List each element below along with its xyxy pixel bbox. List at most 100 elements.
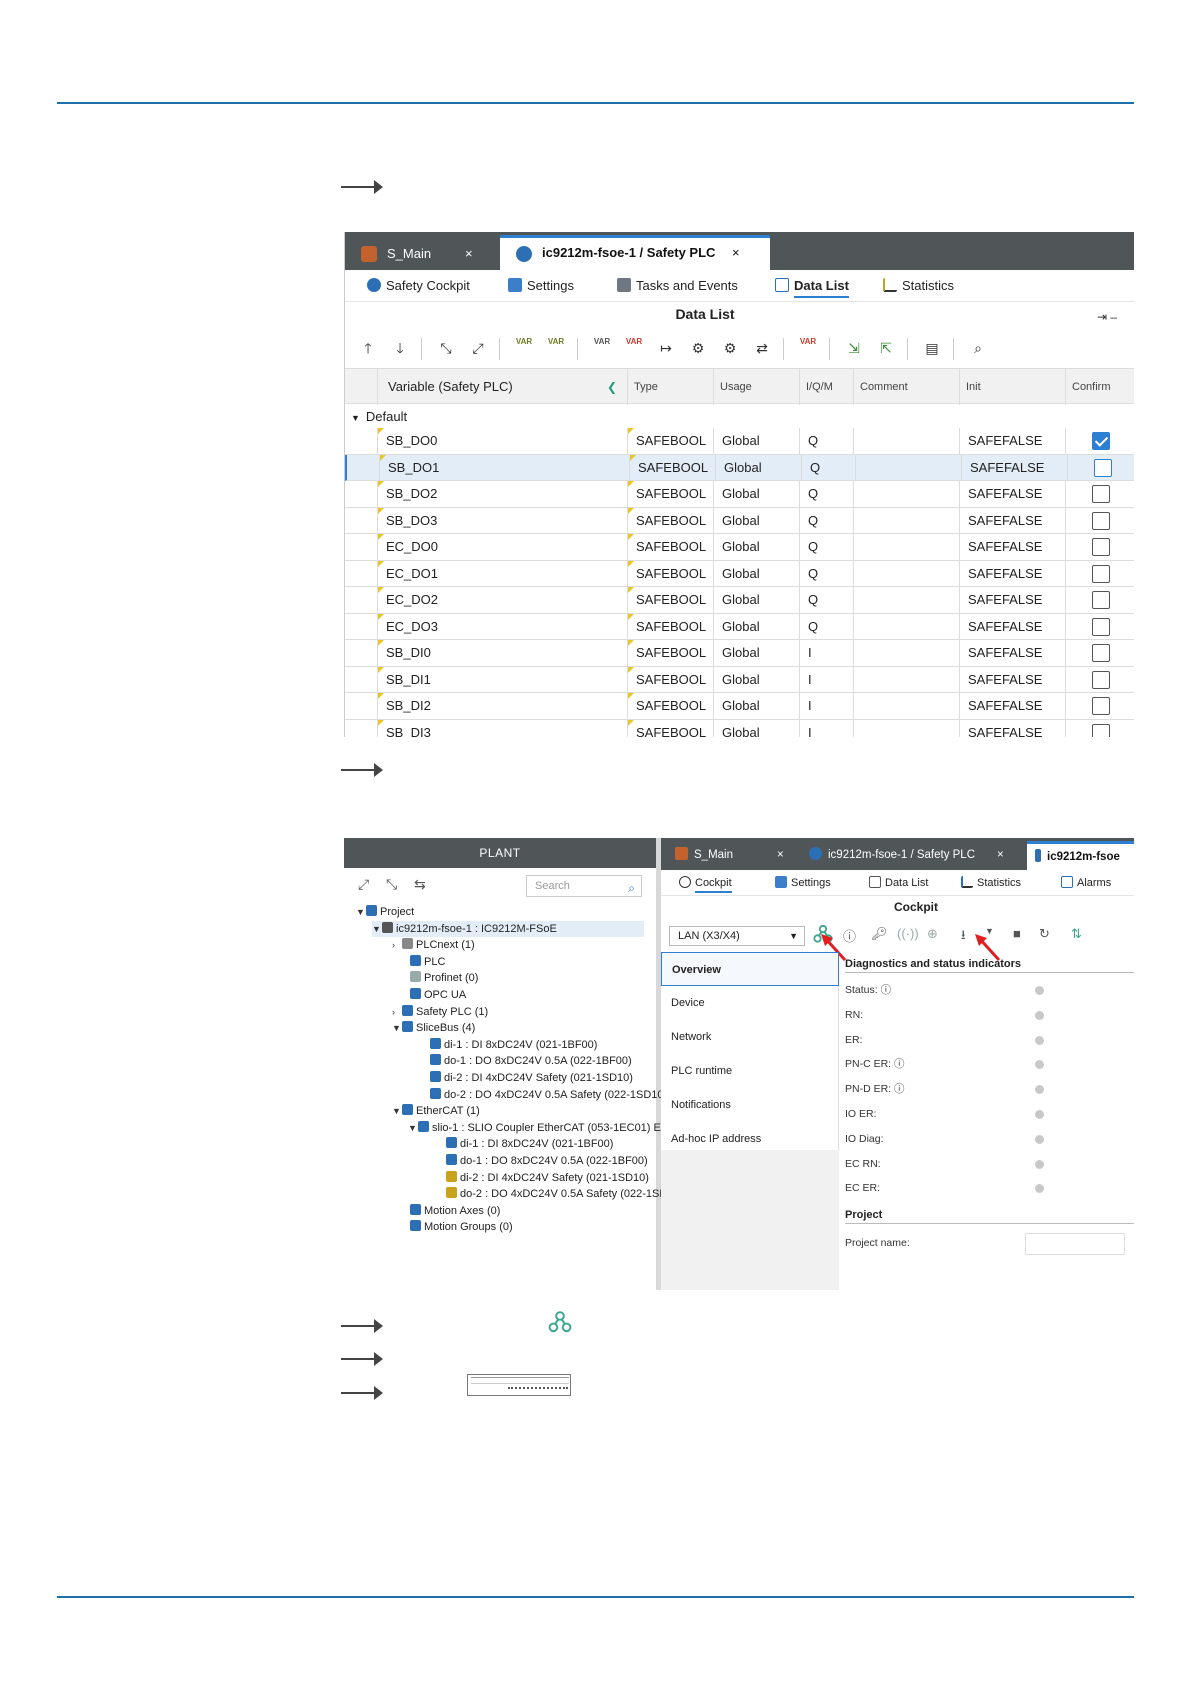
table-row[interactable]: SB_DI2 SAFEBOOL Global I SAFEFALSE — [345, 693, 1134, 720]
cell-iqm[interactable]: Q — [799, 507, 853, 534]
cell-init[interactable]: SAFEFALSE — [959, 640, 1065, 666]
tab-device[interactable]: ic9212m-fsoe — [1027, 841, 1134, 870]
cell-name[interactable]: SB_DO3 — [377, 507, 627, 534]
cell-usage[interactable]: Global — [713, 666, 799, 693]
column-header-variable[interactable]: Variable (Safety PLC) — [377, 369, 627, 405]
cell-iqm[interactable]: I — [799, 693, 853, 719]
confirm-checkbox[interactable] — [1092, 670, 1110, 689]
tab-safety-plc[interactable]: ic9212m-fsoe-1 / Safety PLC × — [809, 841, 1009, 870]
tab-safety-cockpit[interactable]: Safety Cockpit — [367, 270, 470, 302]
cell-usage[interactable]: Global — [715, 454, 801, 481]
cell-iqm[interactable]: Q — [799, 560, 853, 587]
table-row[interactable]: SB_DO0 SAFEBOOL Global Q SAFEFALSE — [345, 428, 1134, 455]
tree-node[interactable]: di-2 : DI 4xDC24V Safety (021-1SD10) — [420, 1070, 633, 1086]
expand-all-icon[interactable]: ⤢ — [358, 876, 369, 893]
cell-comment[interactable] — [853, 560, 959, 587]
cell-usage[interactable]: Global — [713, 481, 799, 507]
tree-node[interactable]: di-1 : DI 8xDC24V (021-1BF00) — [436, 1136, 613, 1152]
tab-statistics[interactable]: Statistics — [961, 870, 1021, 896]
tree-node[interactable]: do-1 : DO 8xDC24V 0.5A (022-1BF00) — [436, 1153, 648, 1169]
cell-usage[interactable]: Global — [713, 428, 799, 454]
gear-table-icon[interactable]: ⚙ — [719, 337, 741, 359]
tree-node[interactable]: ▼ slio-1 : SLIO Coupler EtherCAT (053-1EC… — [408, 1120, 665, 1136]
table-row[interactable]: EC_DO2 SAFEBOOL Global Q SAFEFALSE — [345, 587, 1134, 614]
column-header-init[interactable]: Init — [959, 369, 1065, 405]
tree-node[interactable]: Motion Groups (0) — [400, 1219, 513, 1235]
cell-type[interactable]: SAFEBOOL — [627, 666, 713, 693]
add-variable-group-icon[interactable]: VAR — [545, 337, 567, 359]
cell-iqm[interactable]: I — [799, 640, 853, 666]
collapse-all-icon[interactable]: ⤡ — [386, 876, 397, 893]
tab-s-main[interactable]: S_Main × — [675, 841, 795, 870]
tab-tasks-and-events[interactable]: Tasks and Events — [617, 270, 738, 302]
table-row[interactable]: SB_DI1 SAFEBOOL Global I SAFEFALSE — [345, 666, 1134, 693]
stop-icon[interactable]: ■ — [1013, 926, 1021, 941]
cell-iqm[interactable]: Q — [799, 481, 853, 507]
tree-node[interactable]: do-2 : DO 4xDC24V 0.5A Safety (022-1SD — [436, 1186, 667, 1202]
cell-comment[interactable] — [855, 454, 961, 481]
cell-init[interactable]: SAFEFALSE — [959, 534, 1065, 560]
cell-type[interactable]: SAFEBOOL — [627, 719, 713, 737]
cell-type[interactable]: SAFEBOOL — [627, 534, 713, 560]
cell-iqm[interactable]: I — [799, 666, 853, 693]
tree-node[interactable]: ▼ EtherCAT (1) — [392, 1103, 480, 1119]
cell-comment[interactable] — [853, 587, 959, 613]
table-row[interactable]: EC_DO1 SAFEBOOL Global Q SAFEFALSE — [345, 560, 1134, 587]
cell-comment[interactable] — [853, 507, 959, 534]
nav-overview[interactable]: Overview — [661, 952, 839, 986]
globe-icon[interactable]: ⊕ — [927, 926, 938, 942]
cell-init[interactable]: SAFEFALSE — [959, 666, 1065, 693]
cell-iqm[interactable]: I — [799, 719, 853, 737]
cell-type[interactable]: SAFEBOOL — [627, 613, 713, 640]
cell-comment[interactable] — [853, 534, 959, 560]
cell-iqm[interactable]: Q — [799, 587, 853, 613]
collapse-column-icon[interactable]: ❮ — [607, 380, 617, 394]
cell-name[interactable]: SB_DI1 — [377, 666, 627, 693]
tree-node[interactable]: PLC — [400, 954, 445, 970]
tree-node[interactable]: OPC UA — [400, 987, 466, 1003]
column-header-usage[interactable]: Usage — [713, 369, 799, 405]
cell-type[interactable]: SAFEBOOL — [629, 454, 715, 481]
group-row[interactable]: ▼ Default — [345, 406, 1134, 428]
tree-node[interactable]: Profinet (0) — [400, 970, 478, 986]
column-header-comment[interactable]: Comment — [853, 369, 959, 405]
column-header-iqm[interactable]: I/Q/M — [799, 369, 853, 405]
search-icon[interactable]: ⌕ — [967, 337, 989, 359]
plant-search-input[interactable]: Search ⌕ — [526, 875, 642, 897]
confirm-checkbox[interactable] — [1092, 564, 1110, 583]
nav-network[interactable]: Network — [661, 1020, 839, 1054]
key-icon[interactable]: 🔑︎ — [871, 926, 888, 942]
confirm-checkbox[interactable] — [1092, 723, 1110, 737]
cell-name[interactable]: SB_DO0 — [377, 428, 627, 454]
cell-comment[interactable] — [853, 481, 959, 507]
expand-caret-icon[interactable]: ▼ — [372, 921, 382, 937]
cell-type[interactable]: SAFEBOOL — [627, 481, 713, 507]
tab-s-main[interactable]: S_Main × — [345, 238, 500, 270]
tab-cockpit[interactable]: Cockpit — [679, 870, 732, 896]
confirm-checkbox[interactable] — [1092, 485, 1110, 503]
reset-icon[interactable]: ↻ — [1039, 926, 1050, 942]
cell-usage[interactable]: Global — [713, 640, 799, 666]
table-row[interactable]: EC_DO3 SAFEBOOL Global Q SAFEFALSE — [345, 613, 1134, 640]
edit-variable-icon[interactable]: VAR — [591, 337, 613, 359]
tab-safety-plc[interactable]: ic9212m-fsoe-1 / Safety PLC × — [500, 235, 770, 270]
expand-caret-icon[interactable]: ▼ — [392, 1103, 402, 1119]
tree-node[interactable]: do-1 : DO 8xDC24V 0.5A (022-1BF00) — [420, 1053, 632, 1069]
cell-type[interactable]: SAFEBOOL — [627, 587, 713, 613]
confirm-checkbox[interactable] — [1092, 697, 1110, 715]
tab-alarms[interactable]: Alarms — [1061, 870, 1111, 896]
download-icon[interactable]: ⭳ — [961, 926, 966, 948]
confirm-checkbox[interactable] — [1092, 617, 1110, 636]
table-row[interactable]: SB_DO2 SAFEBOOL Global Q SAFEFALSE — [345, 481, 1134, 508]
cell-iqm[interactable]: Q — [799, 613, 853, 640]
tab-settings[interactable]: Settings — [508, 270, 574, 302]
tree-node[interactable]: ▼ SliceBus (4) — [392, 1020, 475, 1036]
confirm-checkbox[interactable] — [1092, 538, 1110, 556]
cell-usage[interactable]: Global — [713, 693, 799, 719]
close-icon[interactable]: × — [732, 238, 740, 267]
cell-init[interactable]: SAFEFALSE — [959, 613, 1065, 640]
import-icon[interactable]: ⇲ — [843, 337, 865, 359]
filter-search-icon[interactable]: ⌕ — [628, 878, 635, 898]
tree-node[interactable]: ▼ Project — [356, 904, 414, 920]
tree-node[interactable]: di-1 : DI 8xDC24V (021-1BF00) — [420, 1037, 597, 1053]
